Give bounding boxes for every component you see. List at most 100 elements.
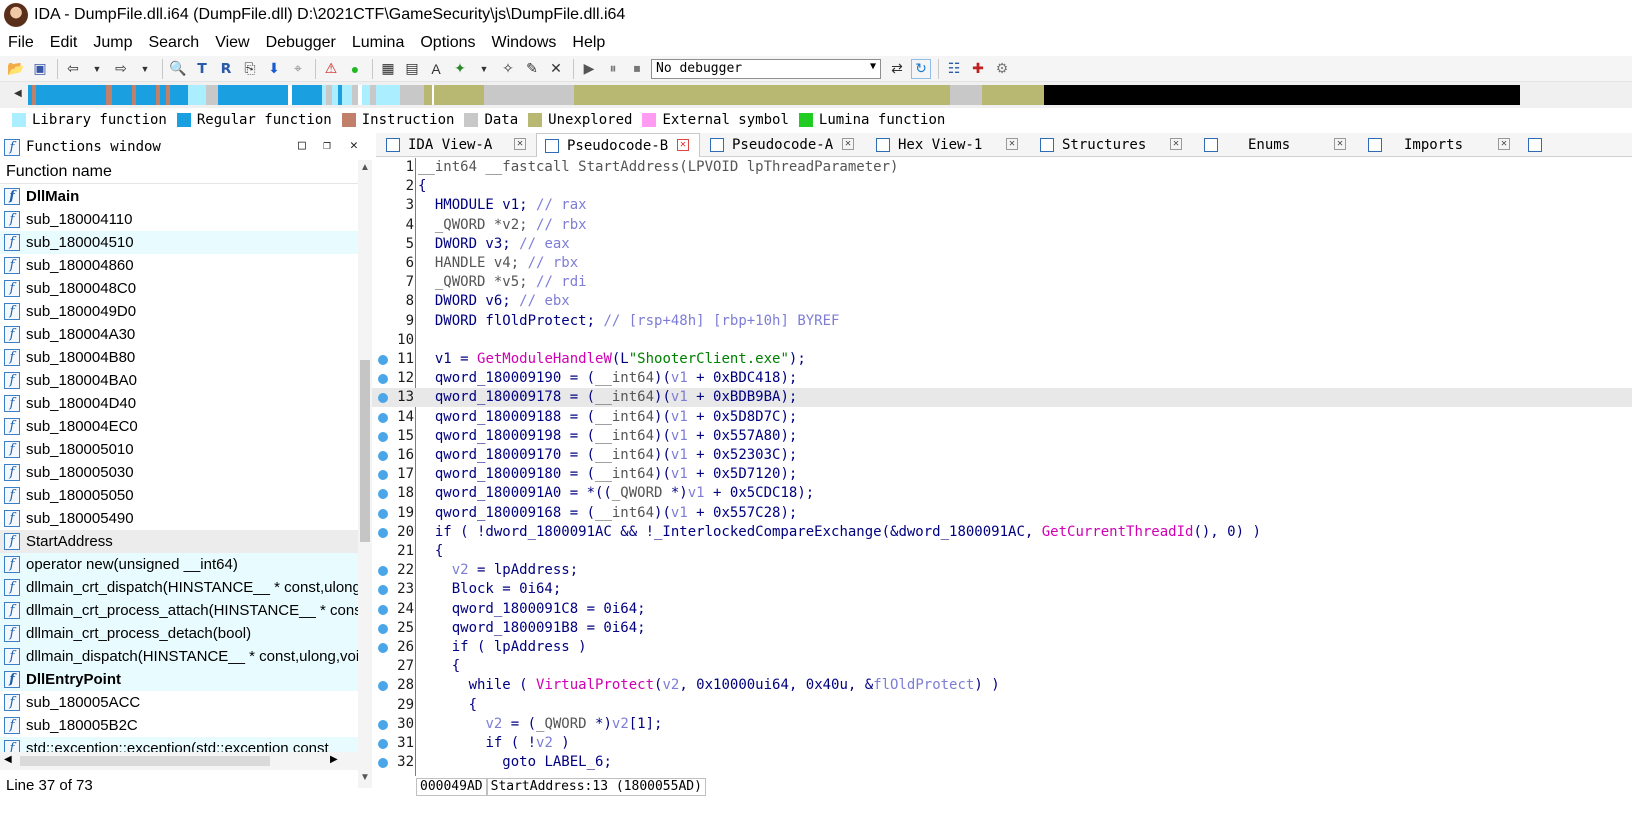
function-list-item[interactable]: f sub_180005010 [0, 438, 358, 461]
function-list-item[interactable]: f sub_180005ACC [0, 691, 358, 714]
search-immediate-icon[interactable]: 𝗥 [216, 59, 236, 79]
nav-left-arrow-icon[interactable]: ◀ [14, 88, 22, 99]
function-list-item[interactable]: f sub_180004BA0 [0, 369, 358, 392]
menu-windows[interactable]: Windows [491, 34, 556, 52]
scroll-left-icon[interactable]: ◀ [4, 754, 12, 765]
code-line[interactable]: 27 { [372, 657, 1632, 676]
add-struct-icon[interactable]: ✚ [968, 59, 988, 79]
scroll-thumb[interactable] [360, 360, 370, 542]
stop-debug-icon[interactable]: ⏹ [627, 59, 647, 79]
close-icon[interactable]: ✕ [514, 138, 526, 150]
mark-position-icon[interactable]: ⌖ [288, 59, 308, 79]
code-line[interactable]: 20 if ( !dword_1800091AC && !_Interlocke… [372, 523, 1632, 542]
code-line[interactable]: 30 v2 = (_QWORD *)v2[1]; [372, 715, 1632, 734]
function-list-item[interactable]: f sub_180004D40 [0, 392, 358, 415]
function-list-item[interactable]: f sub_1800049D0 [0, 300, 358, 323]
function-list-item[interactable]: f sub_180004EC0 [0, 415, 358, 438]
scroll-up-icon[interactable]: ▲ [360, 162, 370, 173]
code-line[interactable]: 19 qword_180009168 = (__int64)(v1 + 0x55… [372, 504, 1632, 523]
code-line[interactable]: 5 DWORD v3; // eax [372, 235, 1632, 254]
xrefs-icon[interactable]: ⇄ [887, 59, 907, 79]
code-line[interactable]: 12 qword_180009190 = (__int64)(v1 + 0xBD… [372, 369, 1632, 388]
undefine-icon[interactable]: ✧ [498, 59, 518, 79]
code-line[interactable]: 22 v2 = lpAddress; [372, 561, 1632, 580]
function-list-item[interactable]: f dllmain_crt_process_attach(HINSTANCE__ … [0, 599, 358, 622]
search-next-icon[interactable]: ⎘ [240, 59, 260, 79]
close-icon[interactable]: ✕ [1334, 138, 1346, 150]
function-list-item[interactable]: f DllEntryPoint [0, 668, 358, 691]
menu-debugger[interactable]: Debugger [266, 34, 336, 52]
code-line[interactable]: 14 qword_180009188 = (__int64)(v1 + 0x5D… [372, 408, 1632, 427]
nav-overview-strip[interactable] [28, 85, 1632, 105]
functions-vertical-scrollbar[interactable]: ▲ ▼ [358, 160, 372, 788]
menu-view[interactable]: View [215, 34, 249, 52]
code-line[interactable]: 4 _QWORD *v2; // rbx [372, 216, 1632, 235]
function-list-item[interactable]: f operator new(unsigned __int64) [0, 553, 358, 576]
code-line[interactable]: 16 qword_180009170 = (__int64)(v1 + 0x52… [372, 446, 1632, 465]
save-icon[interactable]: ▣ [30, 59, 50, 79]
structures-icon[interactable]: ☷ [944, 59, 964, 79]
menu-search[interactable]: Search [148, 34, 199, 52]
code-line[interactable]: 8 DWORD v6; // ebx [372, 292, 1632, 311]
back-arrow-icon[interactable]: ⇦ [63, 59, 83, 79]
close-icon[interactable]: ✕ [1006, 138, 1018, 150]
function-list-item[interactable]: f dllmain_crt_dispatch(HINSTANCE__ * cons… [0, 576, 358, 599]
code-line[interactable]: 9 DWORD flOldProtect; // [rsp+48h] [rbp+… [372, 312, 1632, 331]
close-icon[interactable]: ✕ [677, 139, 689, 151]
tab-structures[interactable]: Structures ✕ [1028, 133, 1192, 157]
code-line[interactable]: 3 HMODULE v1; // rax [372, 196, 1632, 215]
function-list-item[interactable]: f sub_180004A30 [0, 323, 358, 346]
code-line[interactable]: 13 qword_180009178 = (__int64)(v1 + 0xBD… [372, 388, 1632, 408]
tab-exports[interactable] [1520, 133, 1550, 157]
navigation-band[interactable]: ◀ [0, 82, 1632, 108]
menu-jump[interactable]: Jump [93, 34, 132, 52]
status-green-icon[interactable]: ● [345, 59, 365, 79]
menu-file[interactable]: File [8, 34, 34, 52]
back-dropdown-icon[interactable]: ▼ [87, 59, 107, 79]
pseudocode-view[interactable]: 1 __int64 __fastcall StartAddress(LPVOID … [372, 158, 1632, 776]
code-line[interactable]: 15 qword_180009198 = (__int64)(v1 + 0x55… [372, 427, 1632, 446]
pause-debug-icon[interactable]: ⏸ [603, 59, 623, 79]
code-line[interactable]: 10 [372, 331, 1632, 350]
menu-edit[interactable]: Edit [50, 34, 78, 52]
code-line[interactable]: 1 __int64 __fastcall StartAddress(LPVOID … [372, 158, 1632, 177]
function-list-item[interactable]: f sub_1800048C0 [0, 277, 358, 300]
functions-horizontal-scrollbar[interactable]: ◀ ▶ [0, 752, 372, 770]
close-icon[interactable]: ✕ [842, 138, 854, 150]
code-line[interactable]: 11 v1 = GetModuleHandleW(L"ShooterClient… [372, 350, 1632, 369]
code-line[interactable]: 24 qword_1800091C8 = 0i64; [372, 600, 1632, 619]
forward-dropdown-icon[interactable]: ▼ [135, 59, 155, 79]
function-list-item[interactable]: f dllmain_crt_process_detach(bool) [0, 622, 358, 645]
code-line[interactable]: 28 while ( VirtualProtect(v2, 0x10000ui6… [372, 676, 1632, 695]
menu-lumina[interactable]: Lumina [352, 34, 404, 52]
tab-pseudocode-b[interactable]: Pseudocode-B ✕ [536, 133, 700, 157]
function-list-item[interactable]: f StartAddress [0, 530, 358, 553]
graph-flow-icon[interactable]: ↻ [911, 58, 931, 79]
menu-help[interactable]: Help [572, 34, 605, 52]
code-line[interactable]: 26 if ( lpAddress ) [372, 638, 1632, 657]
plugin-icon[interactable]: ⚙ [992, 59, 1012, 79]
float-window-icon[interactable]: ❐ [323, 138, 331, 153]
scroll-right-icon[interactable]: ▶ [330, 754, 338, 765]
search-text-icon[interactable]: 𝗧 [192, 59, 212, 79]
code-line[interactable]: 29 { [372, 696, 1632, 715]
make-ascii-icon[interactable]: A [426, 59, 446, 79]
warning-icon[interactable]: ⚠ [321, 59, 341, 79]
minimize-icon[interactable]: □ [298, 138, 306, 153]
tab-enums[interactable]: Enums ✕ [1192, 133, 1356, 157]
tab-pseudocode-a[interactable]: Pseudocode-A ✕ [700, 133, 864, 157]
code-line[interactable]: 7 _QWORD *v5; // rdi [372, 273, 1632, 292]
make-data-icon[interactable]: ▤ [402, 59, 422, 79]
code-line[interactable]: 17 qword_180009180 = (__int64)(v1 + 0x5D… [372, 465, 1632, 484]
function-list-item[interactable]: f sub_180004110 [0, 208, 358, 231]
code-line[interactable]: 2{ [372, 177, 1632, 196]
scroll-down-icon[interactable]: ▼ [360, 772, 370, 783]
function-list-item[interactable]: f sub_180005B2C [0, 714, 358, 737]
function-list-item[interactable]: f sub_180004B80 [0, 346, 358, 369]
rename-icon[interactable]: ✎ [522, 59, 542, 79]
menu-options[interactable]: Options [420, 34, 475, 52]
make-array-icon[interactable]: ✦ [450, 59, 470, 79]
close-icon[interactable]: ✕ [1498, 138, 1510, 150]
function-list-item[interactable]: f sub_180005030 [0, 461, 358, 484]
code-line[interactable]: 6 HANDLE v4; // rbx [372, 254, 1632, 273]
